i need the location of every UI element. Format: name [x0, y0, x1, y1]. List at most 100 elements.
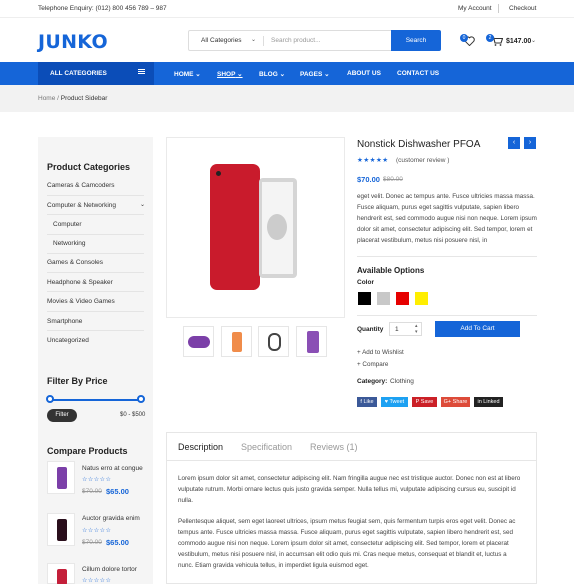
- compare-old-price: $70.00: [82, 539, 102, 546]
- divider: [47, 195, 144, 196]
- nav-pages[interactable]: PAGES ⌄: [300, 70, 330, 78]
- compare-link[interactable]: + Compare: [357, 361, 388, 368]
- price-slider-min-handle[interactable]: [46, 395, 54, 403]
- tweet-button[interactable]: ♥ Tweet: [381, 397, 408, 407]
- compare-price: $65.00: [106, 538, 129, 547]
- divider: [47, 234, 144, 235]
- price-range-label: $0 - $500: [120, 412, 146, 418]
- add-to-wishlist-link[interactable]: + Add to Wishlist: [357, 349, 404, 356]
- quantity-value: 1: [395, 326, 399, 333]
- checkout-link[interactable]: Checkout: [509, 5, 536, 12]
- nav-about-us[interactable]: ABOUT US: [347, 70, 381, 77]
- compare-product-image[interactable]: [47, 461, 75, 494]
- hamburger-icon: [138, 69, 145, 70]
- star-rating-icon: ★★★★★: [357, 157, 389, 164]
- divider: [166, 460, 537, 461]
- divider: [47, 291, 144, 292]
- cart-count-badge: 2: [486, 34, 494, 42]
- prev-product-button[interactable]: ‹: [508, 137, 520, 149]
- linkedin-button[interactable]: in Linked: [474, 397, 503, 407]
- divider: [47, 272, 144, 273]
- add-to-cart-button[interactable]: Add To Cart: [435, 321, 520, 337]
- divider: [357, 256, 537, 257]
- description-paragraph: Pellentesque aliquet, sem eget laoreet u…: [178, 518, 516, 569]
- product-main-image[interactable]: [166, 137, 345, 318]
- category-item[interactable]: Smartphone: [47, 318, 82, 325]
- star-rating-icon: ☆☆☆☆☆: [82, 477, 112, 483]
- divider: [47, 214, 144, 215]
- search-input[interactable]: Search product...: [271, 37, 321, 44]
- filter-button[interactable]: Filter: [47, 409, 77, 422]
- tab-description[interactable]: Description: [178, 442, 223, 452]
- search-category-select[interactable]: All Categories: [201, 37, 241, 44]
- top-bar: Telephone Enquiry: (012) 800 456 789 – 9…: [0, 0, 574, 18]
- product-thumbnail[interactable]: [296, 326, 327, 357]
- breadcrumb-home[interactable]: Home: [38, 95, 55, 102]
- color-swatch-gray[interactable]: [377, 292, 390, 305]
- category-item[interactable]: Headphone & Speaker: [47, 279, 113, 286]
- divider: [357, 315, 537, 316]
- nav-blog[interactable]: BLOG ⌄: [259, 70, 285, 78]
- wishlist-count-badge: 0: [460, 34, 468, 42]
- product-thumbnail[interactable]: [183, 326, 214, 357]
- price-slider-max-handle[interactable]: [137, 395, 145, 403]
- options-title: Available Options: [357, 266, 425, 275]
- divider: [47, 330, 144, 331]
- description-paragraph: Lorem ipsum dolor sit amet, consectetur …: [178, 475, 521, 504]
- quantity-label: Quantity: [357, 326, 384, 333]
- product-thumbnail[interactable]: [258, 326, 289, 357]
- color-swatch-black[interactable]: [358, 292, 371, 305]
- category-item[interactable]: Computer & Networking: [47, 202, 116, 209]
- google-share-button[interactable]: G+ Share: [441, 397, 470, 407]
- compare-product-image[interactable]: [47, 513, 75, 546]
- pinterest-save-button[interactable]: P Save: [412, 397, 437, 407]
- divider: [263, 36, 264, 46]
- color-swatch-yellow[interactable]: [415, 292, 428, 305]
- category-item[interactable]: Uncategorized: [47, 337, 89, 344]
- star-rating-icon: ☆☆☆☆☆: [82, 528, 112, 534]
- divider: [498, 4, 499, 13]
- categories-title: Product Categories: [47, 162, 131, 172]
- next-product-button[interactable]: ›: [524, 137, 536, 149]
- chevron-down-icon: ⌄: [251, 37, 257, 43]
- category-item[interactable]: Movies & Video Games: [47, 298, 115, 305]
- all-categories-toggle[interactable]: ALL CATEGORIES: [38, 62, 154, 85]
- compare-title: Compare Products: [47, 446, 128, 456]
- color-swatch-red[interactable]: [396, 292, 409, 305]
- chevron-down-icon: ⌄: [531, 38, 537, 44]
- search-button[interactable]: Search: [391, 30, 441, 51]
- site-logo[interactable]: JUNKO: [38, 31, 108, 53]
- divider: [47, 311, 144, 312]
- stepper-arrows-icon[interactable]: ▴ ▾: [415, 323, 418, 335]
- all-categories-label: ALL CATEGORIES: [50, 70, 107, 77]
- my-account-link[interactable]: My Account: [458, 5, 492, 12]
- subcategory-item[interactable]: Computer: [53, 221, 82, 228]
- star-rating-icon: ☆☆☆☆☆: [82, 578, 112, 584]
- phone-enquiry: Telephone Enquiry: (012) 800 456 789 – 9…: [38, 5, 167, 12]
- nav-home[interactable]: HOME ⌄: [174, 70, 201, 78]
- nav-shop[interactable]: SHOP ⌄: [217, 70, 243, 78]
- subcategory-item[interactable]: Networking: [53, 240, 86, 247]
- customer-review-link[interactable]: (customer review ): [396, 157, 449, 164]
- compare-product-name[interactable]: Natus erro at congue: [82, 465, 143, 472]
- quantity-stepper[interactable]: 1 ▴ ▾: [389, 322, 422, 336]
- compare-product-name[interactable]: Auctor gravida enim: [82, 515, 140, 522]
- product-thumbnail[interactable]: [221, 326, 252, 357]
- category-label: Category:: [357, 378, 388, 385]
- divider: [47, 253, 144, 254]
- color-label: Color: [357, 279, 374, 286]
- product-old-price: $80.00: [383, 176, 403, 183]
- tab-specification[interactable]: Specification: [241, 442, 292, 452]
- compare-product-image[interactable]: [47, 563, 75, 584]
- category-value-link[interactable]: Clothing: [390, 378, 414, 385]
- price-slider-track: [49, 399, 141, 401]
- facebook-like-button[interactable]: f Like: [357, 397, 377, 407]
- compare-product-name[interactable]: Cillum dolore tortor: [82, 566, 137, 573]
- tab-reviews[interactable]: Reviews (1): [310, 442, 358, 452]
- nav-contact-us[interactable]: CONTACT US: [397, 70, 439, 77]
- category-item[interactable]: Games & Consoles: [47, 259, 103, 266]
- category-item[interactable]: Cameras & Camcoders: [47, 182, 115, 189]
- cart-total[interactable]: $147.00: [506, 38, 531, 45]
- compare-old-price: $70.00: [82, 488, 102, 495]
- chevron-down-icon[interactable]: ⌄: [140, 201, 145, 208]
